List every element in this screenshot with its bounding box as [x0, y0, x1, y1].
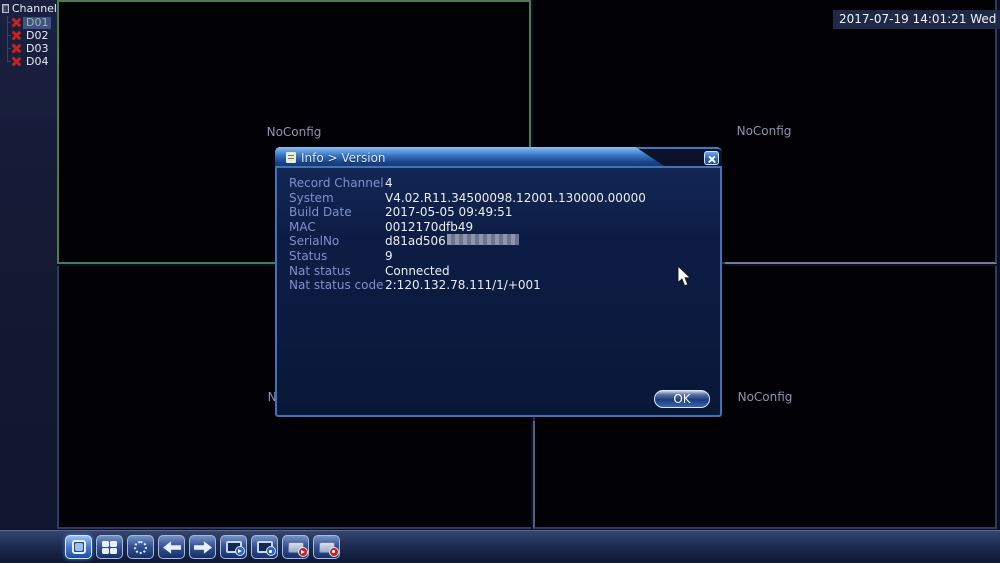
field-label: MAC — [289, 219, 316, 234]
record-button[interactable] — [313, 535, 340, 559]
monitor-play-icon — [225, 541, 245, 556]
version-field-row: Nat status code 2:120.132.78.111/1/+001 — [289, 278, 720, 293]
noconfig-label: NoConfig — [266, 125, 322, 139]
field-value: 9 — [385, 248, 393, 263]
channel-panel-title: Channel — [11, 2, 57, 15]
dialog-title-tab: Info > Version — [275, 147, 667, 168]
channel-panel: Channel D01 D02 D03 D04 — [0, 0, 57, 530]
tour-button[interactable] — [127, 535, 154, 559]
single-screen-button[interactable] — [65, 535, 92, 559]
version-field-row: MAC 0012170dfb49 — [289, 220, 720, 235]
channel-item-D01[interactable]: D01 — [0, 16, 57, 29]
monitor-record-button[interactable] — [251, 535, 278, 559]
next-channel-button[interactable] — [189, 535, 216, 559]
offline-x-icon — [11, 56, 21, 67]
file-play-icon — [287, 541, 308, 557]
info-version-dialog: Info > Version Record Channel 4 System V4.0… — [275, 147, 722, 417]
channel-item-D04[interactable]: D04 — [0, 55, 57, 68]
dialog-titlebar[interactable]: Info > Version — [275, 147, 722, 168]
field-value: d81ad506 — [385, 234, 446, 249]
dialog-body: Record Channel 4 System V4.02.R11.34500098.… — [275, 166, 722, 417]
version-field-row: Status 9 — [289, 249, 720, 264]
channel-item-label: D02 — [26, 28, 49, 42]
channel-item-D03[interactable]: D03 — [0, 42, 57, 55]
arrow-right-icon — [193, 540, 212, 554]
channel-panel-header: Channel — [0, 0, 57, 16]
offline-x-icon — [11, 17, 21, 28]
channel-item-label: D04 — [26, 54, 49, 68]
field-value: 2017-05-05 09:49:51 — [385, 205, 513, 220]
tour-icon — [134, 540, 147, 554]
field-value: 4 — [385, 176, 393, 190]
system-clock: 2017-07-19 14:01:21 Wed — [833, 10, 1000, 29]
noconfig-label: NoConfig — [737, 389, 793, 404]
monitor-play-button[interactable] — [220, 535, 247, 559]
close-icon[interactable] — [704, 151, 719, 165]
channel-item-label: D03 — [26, 41, 49, 55]
version-field-row: Record Channel 4 — [289, 176, 720, 191]
bottom-toolbar — [0, 530, 1000, 563]
field-label: Build Date — [289, 205, 352, 220]
single-screen-icon — [71, 540, 86, 554]
dvr-screen: NoConfig NoConfig NoConfig NoConfig 2017… — [0, 0, 1000, 563]
version-field-row: Build Date 2017-05-05 09:49:51 — [289, 205, 720, 220]
field-label: Nat status code — [289, 278, 384, 293]
version-field-row: SerialNo d81ad506 — [289, 234, 720, 249]
field-label: Nat status — [289, 263, 351, 278]
field-value: 2:120.132.78.111/1/+001 — [385, 278, 541, 293]
offline-x-icon — [11, 43, 21, 54]
version-field-row: Nat status Connected — [289, 264, 720, 279]
offline-x-icon — [11, 30, 21, 41]
version-fields: Record Channel 4 System V4.02.R11.34500098.… — [277, 168, 720, 293]
arrow-left-icon — [162, 540, 181, 554]
quad-screen-icon — [102, 540, 117, 554]
playback-button[interactable] — [282, 535, 309, 559]
info-icon — [286, 152, 296, 163]
channel-item-D02[interactable]: D02 — [0, 29, 57, 42]
channel-panel-icon — [2, 4, 9, 13]
field-label: Status — [289, 248, 328, 263]
dialog-title: Info > Version — [301, 150, 386, 165]
channel-list: D01 D02 D03 D04 — [0, 16, 57, 68]
file-record-icon — [318, 541, 339, 557]
field-label: System — [289, 190, 334, 205]
monitor-record-icon — [256, 541, 276, 556]
field-value: 0012170dfb49 — [385, 219, 474, 234]
noconfig-label: NoConfig — [736, 124, 792, 138]
quad-screen-button[interactable] — [96, 535, 123, 559]
channel-item-label: D01 — [23, 16, 52, 29]
field-label: Record Channel — [289, 176, 384, 190]
prev-channel-button[interactable] — [158, 535, 185, 559]
field-label: SerialNo — [289, 234, 340, 249]
ok-button[interactable]: OK — [654, 390, 710, 408]
version-field-row: System V4.02.R11.34500098.12001.130000.00… — [289, 191, 720, 206]
field-value: V4.02.R11.34500098.12001.130000.00000 — [385, 190, 646, 205]
redacted-serial-block — [446, 234, 519, 246]
field-value: Connected — [385, 263, 450, 278]
